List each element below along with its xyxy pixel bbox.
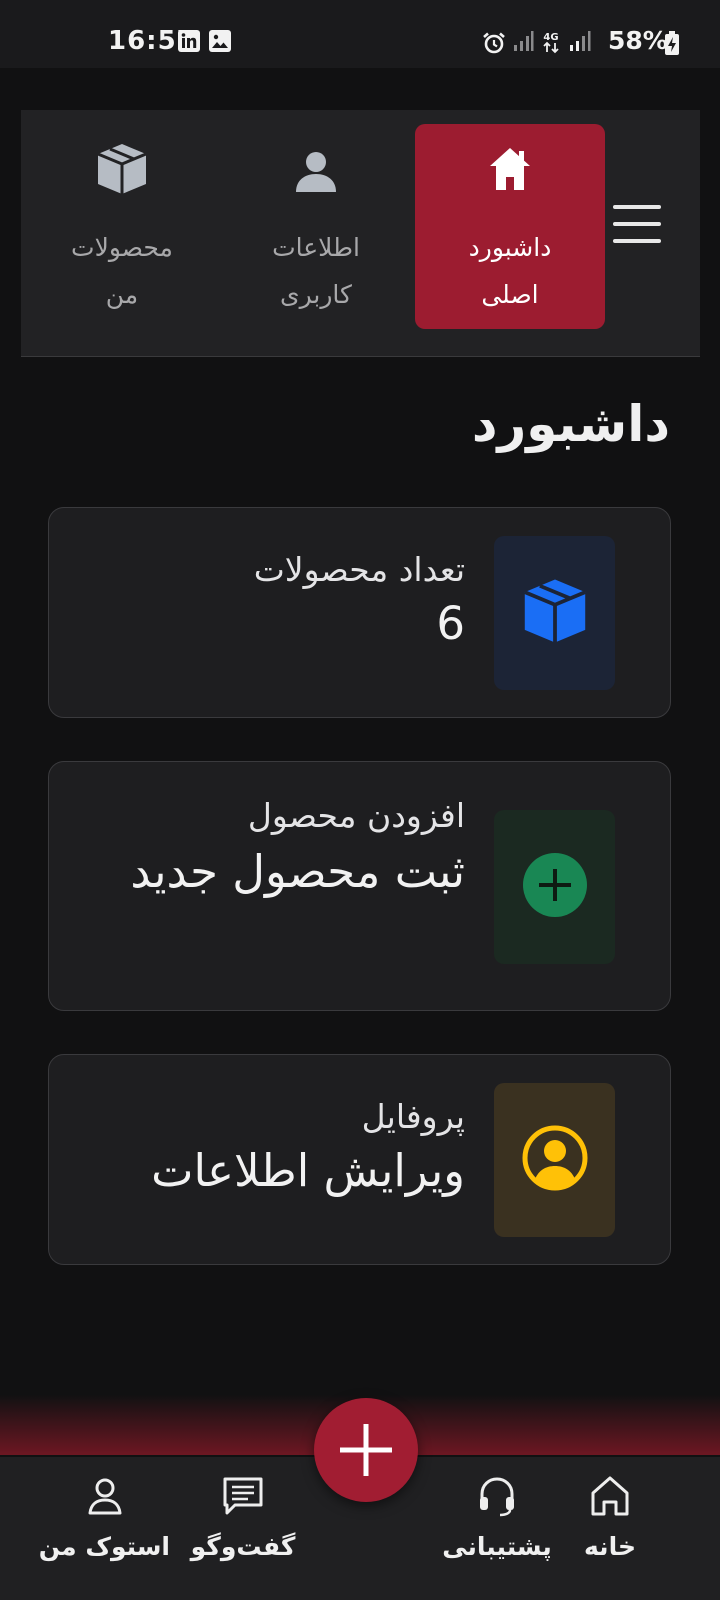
hamburger-menu-button[interactable] bbox=[613, 205, 661, 243]
card-label: تعداد محصولات bbox=[253, 550, 465, 589]
card-label: افزودن محصول bbox=[247, 796, 465, 835]
home-outline-icon bbox=[590, 1475, 630, 1521]
card-profile[interactable]: پروفایل ویرایش اطلاعات bbox=[48, 1054, 671, 1265]
nav-item-user-info[interactable]: اطلاعات کاربری bbox=[221, 124, 411, 329]
card-products-count[interactable]: تعداد محصولات 6 bbox=[48, 507, 671, 718]
card-icon-box bbox=[494, 536, 615, 690]
user-circle-icon bbox=[522, 1125, 588, 1195]
signal-icon-2 bbox=[568, 30, 592, 56]
card-add-product[interactable]: افزودن محصول ثبت محصول جدید bbox=[48, 761, 671, 1011]
page-title: داشبورد bbox=[471, 395, 670, 453]
alarm-icon bbox=[482, 31, 506, 59]
bottom-nav-label: استوک من bbox=[38, 1532, 170, 1561]
card-icon-box bbox=[494, 1083, 615, 1237]
user-outline-icon bbox=[85, 1475, 125, 1521]
user-icon bbox=[295, 150, 337, 196]
hamburger-line bbox=[613, 222, 661, 226]
network-4g-icon: 4G bbox=[540, 30, 562, 58]
nav-item-my-products[interactable]: محصولات من bbox=[27, 124, 217, 329]
box-icon bbox=[521, 577, 589, 649]
bottom-nav-my-stock[interactable]: استوک من bbox=[38, 1457, 170, 1600]
gallery-icon bbox=[209, 30, 231, 56]
bottom-nav-label: گفت‌وگو bbox=[190, 1532, 296, 1561]
card-icon-box bbox=[494, 810, 615, 964]
hamburger-line bbox=[613, 205, 661, 209]
card-text: پروفایل ویرایش اطلاعات bbox=[151, 1097, 465, 1202]
bottom-nav-label: پشتیبانی bbox=[442, 1532, 552, 1561]
card-value: ویرایش اطلاعات bbox=[151, 1144, 465, 1197]
plus-circle-icon bbox=[522, 852, 588, 922]
nav-item-dashboard[interactable]: داشبورد اصلی bbox=[415, 124, 605, 329]
nav-label-user-info: اطلاعات کاربری bbox=[272, 233, 360, 309]
card-value: 6 bbox=[436, 597, 465, 650]
plus-icon bbox=[340, 1424, 392, 1476]
battery-charging-icon bbox=[665, 31, 679, 59]
svg-text:4G: 4G bbox=[543, 32, 558, 43]
card-text: تعداد محصولات 6 bbox=[254, 550, 465, 655]
bottom-nav-chat[interactable]: گفت‌وگو bbox=[190, 1457, 296, 1600]
hamburger-line bbox=[613, 239, 661, 243]
signal-icon bbox=[512, 30, 534, 56]
card-text: افزودن محصول ثبت محصول جدید bbox=[125, 796, 465, 903]
card-value: ثبت محصول جدید bbox=[130, 845, 465, 898]
linkedin-icon bbox=[178, 30, 200, 56]
bottom-nav-label: خانه bbox=[584, 1532, 636, 1561]
home-icon bbox=[488, 146, 532, 196]
status-bar: 16:57 4G 58% bbox=[0, 0, 720, 68]
bottom-nav-home[interactable]: خانه bbox=[570, 1457, 650, 1600]
battery-percent: 58% bbox=[608, 26, 668, 55]
bottom-nav-support[interactable]: پشتیبانی bbox=[440, 1457, 554, 1600]
top-nav: داشبورد اصلی اطلاعات کاربری محصولات من bbox=[21, 110, 700, 357]
headset-icon bbox=[477, 1475, 517, 1521]
add-fab-button[interactable] bbox=[314, 1398, 418, 1502]
chat-icon bbox=[221, 1475, 265, 1521]
box-icon bbox=[96, 142, 148, 200]
nav-label-dashboard: داشبورد اصلی bbox=[468, 233, 552, 309]
nav-label-my-products: محصولات من bbox=[71, 233, 173, 309]
card-label: پروفایل bbox=[361, 1097, 465, 1136]
